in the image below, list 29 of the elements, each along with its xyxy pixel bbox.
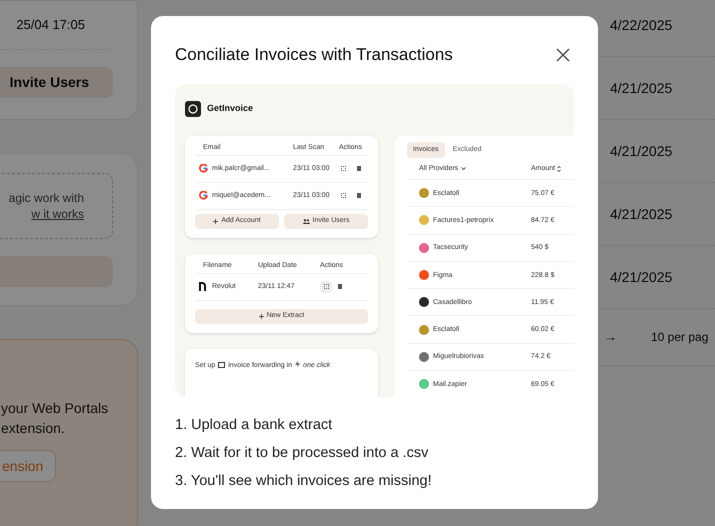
timestamp: 25/04 17:05 xyxy=(16,16,85,34)
help-text: agic work with xyxy=(8,190,84,206)
google-icon xyxy=(199,164,208,173)
date-cell-text: 4/21/2025 xyxy=(610,204,672,224)
date-cell-text: 4/21/2025 xyxy=(610,78,672,98)
step-text: 3. You'll see which invoices are missing! xyxy=(175,472,433,490)
close-icon[interactable] xyxy=(556,48,570,62)
how-it-works-link[interactable]: w it works xyxy=(31,206,84,222)
sort-icon xyxy=(557,166,562,172)
plus-icon xyxy=(258,314,264,318)
app-name: GetInvoice xyxy=(207,102,254,115)
date-cell-text: 4/21/2025 xyxy=(610,142,672,160)
logo-icon xyxy=(185,100,201,116)
step-text: 2. Wait for it to be processed into a .csv xyxy=(175,444,430,462)
chevron-down-icon xyxy=(461,167,466,170)
extension-text: extension. xyxy=(0,419,65,438)
extension-text: your Web Portals xyxy=(0,399,108,418)
mail-icon xyxy=(218,362,226,368)
bolt-icon xyxy=(295,360,300,368)
date-cell-text: 4/22/2025 xyxy=(610,16,672,34)
date-cell-text: 4/21/2025 xyxy=(610,268,672,286)
invite-users-button[interactable]: Invite Users xyxy=(0,66,113,98)
per-page-select[interactable]: 10 per pag xyxy=(651,328,708,346)
users-icon xyxy=(302,218,310,224)
next-page-arrow[interactable]: → xyxy=(604,327,617,347)
google-icon xyxy=(199,191,208,200)
plus-icon xyxy=(213,218,218,224)
step-text: 1. Upload a bank extract xyxy=(175,416,334,434)
modal-title: Conciliate Invoices with Transactions xyxy=(175,44,453,66)
